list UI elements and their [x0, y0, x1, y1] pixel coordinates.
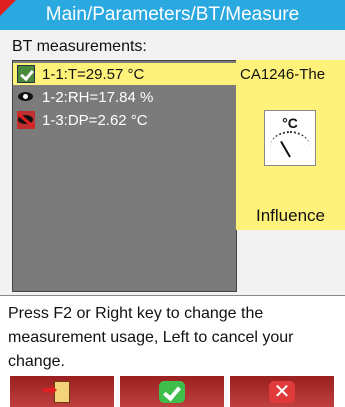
- influence-label: Influence: [256, 206, 325, 225]
- ok-check-icon: [159, 380, 185, 403]
- page-title: Main/Parameters/BT/Measure: [45, 4, 300, 25]
- measurement-label: 1-3:DP=2.62 °C: [42, 111, 148, 129]
- cancel-x-icon: [269, 380, 295, 403]
- exit-door-icon: [43, 380, 70, 403]
- gauge-dial: [270, 131, 310, 163]
- gauge-unit: °C: [282, 115, 298, 131]
- device-panel: CA1246-The °C Influence: [236, 60, 345, 230]
- measurement-list: 1-1:T=29.57 °C 1-2:RH=17.84 % 1-3:DP=2.6…: [12, 60, 237, 292]
- help-text: Press F2 or Right key to change the meas…: [0, 295, 345, 375]
- measurement-row-2[interactable]: 1-2:RH=17.84 %: [13, 86, 236, 108]
- title-bar: Main/Parameters/BT/Measure: [0, 0, 345, 30]
- measurement-label: 1-1:T=29.57 °C: [42, 65, 145, 83]
- thermometer-gauge-icon: °C: [264, 110, 316, 166]
- measurement-row-1[interactable]: 1-1:T=29.57 °C: [13, 63, 236, 85]
- ok-button[interactable]: [120, 376, 224, 407]
- device-name: CA1246-The: [240, 66, 326, 83]
- section-label: BT measurements:: [12, 38, 147, 55]
- eye-off-icon: [17, 111, 35, 129]
- check-icon: [17, 65, 35, 83]
- cancel-button[interactable]: [230, 376, 334, 407]
- exit-button[interactable]: [10, 376, 114, 407]
- corner-indicator-icon: [0, 0, 16, 16]
- measurement-label: 1-2:RH=17.84 %: [42, 88, 154, 106]
- eye-icon: [17, 88, 35, 106]
- measurement-row-3[interactable]: 1-3:DP=2.62 °C: [13, 109, 236, 131]
- softkey-bar: [0, 376, 345, 407]
